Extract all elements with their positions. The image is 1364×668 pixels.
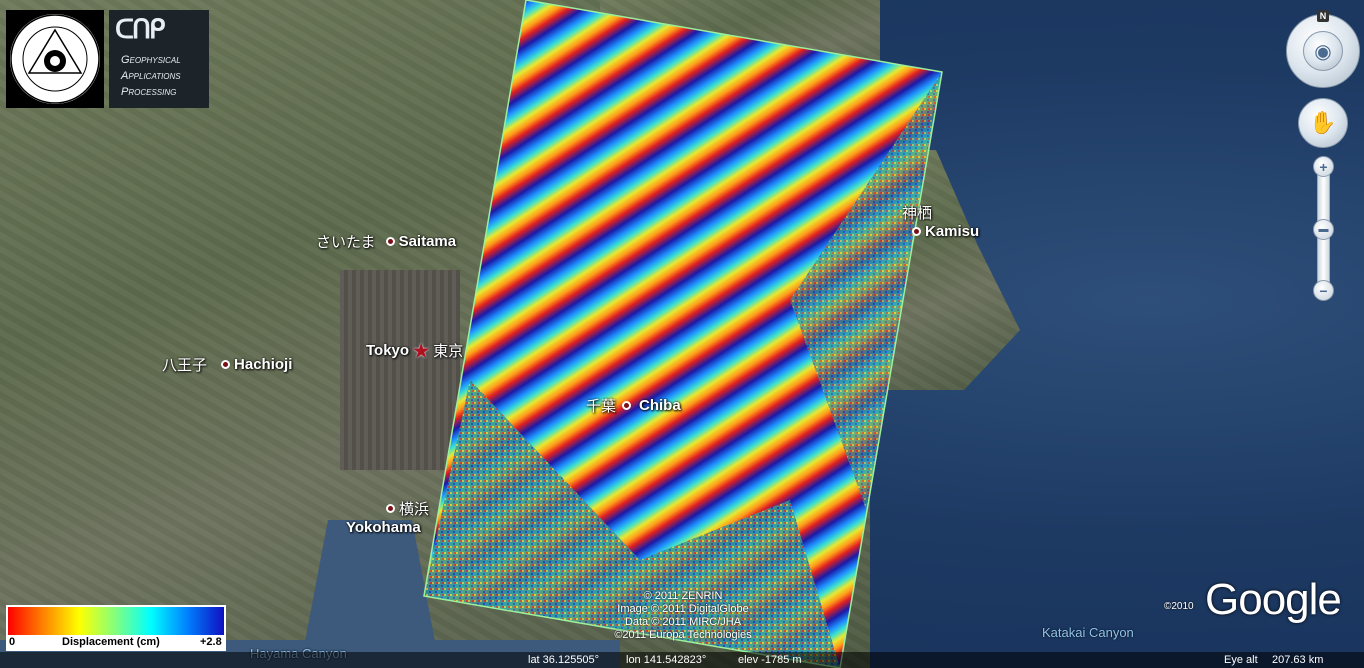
city-chiba[interactable]: 千葉 Chiba (586, 395, 681, 416)
capital-star-icon: ★ (413, 340, 430, 361)
gap-line: Processing (121, 86, 177, 98)
city-yokohama[interactable]: 横浜 Yokohama (346, 498, 429, 536)
place-katakai-canyon[interactable]: Katakai Canyon (1042, 625, 1134, 640)
status-lon: lon 141.542823° (626, 654, 707, 666)
politecnico-di-bari-logo (6, 10, 104, 108)
legend-max: +2.8 (200, 636, 222, 648)
copyright-line: ©2011 Europa Technologies (614, 629, 752, 641)
city-kamisu-en: Kamisu (925, 223, 980, 240)
city-dot-icon (622, 401, 632, 410)
city-chiba-jp: 千葉 (586, 398, 617, 415)
city-tokyo-jp: 東京 (433, 343, 464, 360)
copyright-line: © 2011 ZENRIN (643, 590, 723, 602)
city-kamisu[interactable]: 神栖 Kamisu (902, 202, 979, 240)
status-eye-label: Eye alt (1224, 654, 1258, 666)
city-yokohama-en: Yokohama (346, 519, 421, 536)
city-saitama[interactable]: さいたま Saitama (316, 231, 456, 252)
city-dot-icon (386, 504, 395, 513)
gap-wordmark: Geophysical Applications Processing (121, 52, 181, 100)
color-scale-bar (8, 607, 224, 635)
status-eye-value: 207.63 km (1272, 654, 1324, 666)
zoom-slider-thumb[interactable]: ▬ (1313, 219, 1334, 240)
city-hachioji-jp: 八王子 (162, 357, 208, 374)
city-dot-icon (912, 227, 921, 236)
status-elev: elev -1785 m (738, 654, 802, 666)
status-lat: lat 36.125505° (528, 654, 600, 666)
university-seal-icon (10, 14, 100, 104)
city-chiba-en: Chiba (639, 397, 681, 414)
city-dot-icon (385, 237, 395, 246)
zoom-in-button[interactable]: + (1313, 156, 1334, 177)
gap-logo: ᑕᑎᑭ Geophysical Applications Processing (109, 10, 209, 108)
city-hachioji-en: Hachioji (234, 356, 293, 373)
city-tokyo-en: Tokyo (366, 342, 410, 359)
city-dot-icon (221, 360, 231, 369)
legend-title: Displacement (cm) (62, 636, 160, 648)
city-saitama-jp: さいたま (316, 234, 376, 251)
legend-min: 0 (9, 636, 16, 648)
gap-line: Geophysical (121, 54, 181, 66)
google-copyright-year: ©2010 (1164, 601, 1194, 612)
copyright-line: Data © 2011 MIRC/JHA (624, 616, 742, 628)
move-control-hand-icon[interactable]: ✋ (1298, 98, 1348, 148)
gap-line: Applications (121, 70, 181, 82)
city-yokohama-jp: 横浜 (399, 501, 430, 518)
imagery-copyright: © 2011 ZENRIN Image © 2011 DigitalGlobe … (598, 590, 768, 642)
zoom-out-button[interactable]: − (1313, 280, 1334, 301)
eye-look-icon[interactable]: ◉ (1303, 31, 1343, 71)
look-control[interactable]: N ◉ (1286, 10, 1360, 88)
displacement-legend: 0 Displacement (cm) +2.8 (6, 605, 226, 651)
city-kamisu-jp: 神栖 (902, 205, 933, 222)
north-indicator[interactable]: N (1317, 10, 1329, 22)
google-logo: Google (1205, 575, 1342, 624)
logos: ᑕᑎᑭ Geophysical Applications Processing (6, 10, 209, 108)
city-tokyo[interactable]: Tokyo ★ 東京 (366, 340, 463, 361)
copyright-line: Image © 2011 DigitalGlobe (617, 603, 749, 615)
city-hachioji[interactable]: 八王子 Hachioji (162, 354, 292, 375)
status-bar: lat 36.125505° lon 141.542823° elev -178… (0, 652, 1364, 668)
city-saitama-en: Saitama (398, 233, 457, 250)
gap-mark-icon: ᑕᑎᑭ (115, 14, 165, 44)
